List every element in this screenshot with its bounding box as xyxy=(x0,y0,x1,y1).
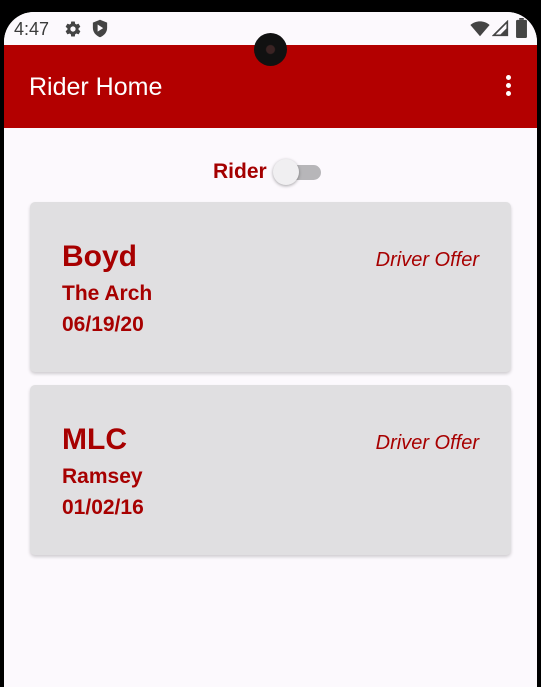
ride-driver-name: MLC xyxy=(62,423,127,456)
ride-date: 06/19/20 xyxy=(62,313,144,336)
ride-card[interactable]: Boyd The Arch 06/19/20 Driver Offer xyxy=(30,202,511,372)
ride-location: Ramsey xyxy=(62,465,143,488)
front-camera xyxy=(254,33,287,66)
status-time: 4:47 xyxy=(14,19,50,39)
phone-screen: 4:47 Rider Home Rider Boyd The Arch 06/1… xyxy=(4,12,537,687)
switch-thumb xyxy=(273,159,299,185)
battery-icon xyxy=(516,18,527,38)
rider-toggle-label: Rider xyxy=(213,160,267,183)
ride-driver-name: Boyd xyxy=(62,240,137,273)
gear-icon xyxy=(65,21,81,37)
ride-offer-type: Driver Offer xyxy=(375,432,479,454)
page-title: Rider Home xyxy=(29,73,163,101)
signal-icon xyxy=(492,20,509,37)
wifi-icon xyxy=(470,21,490,37)
shield-icon xyxy=(92,19,108,38)
ride-date: 01/02/16 xyxy=(62,496,144,519)
ride-location: The Arch xyxy=(62,282,153,305)
rider-switch[interactable] xyxy=(273,157,325,187)
ride-card[interactable]: MLC Ramsey 01/02/16 Driver Offer xyxy=(30,385,511,555)
more-vertical-icon[interactable] xyxy=(496,72,520,102)
ride-offer-type: Driver Offer xyxy=(375,249,479,271)
